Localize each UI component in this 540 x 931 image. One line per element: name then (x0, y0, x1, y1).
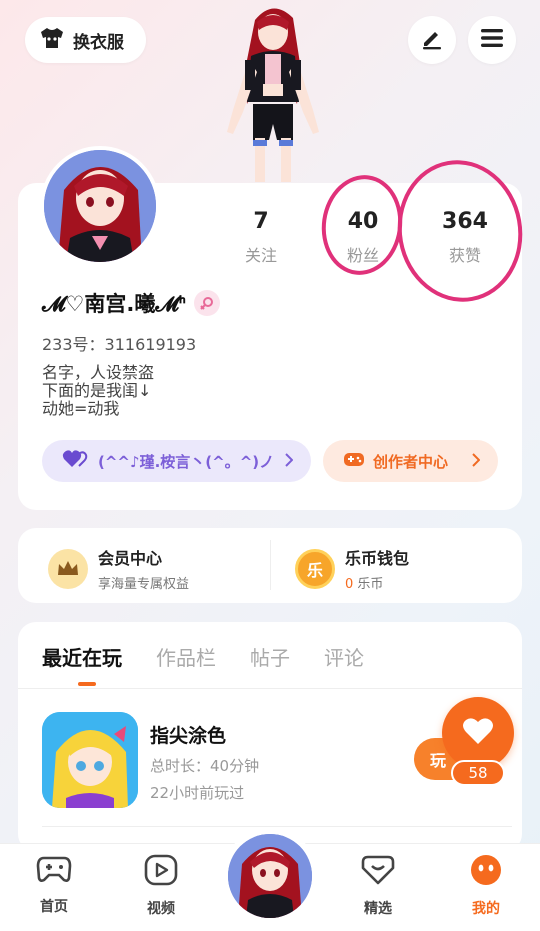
gamepad-icon (36, 854, 72, 888)
tab-works[interactable]: 作品栏 (156, 642, 216, 671)
video-play-icon (144, 854, 178, 890)
gamepad-icon (343, 450, 365, 472)
uid-row[interactable]: 233号：311619193 (42, 331, 196, 355)
wallet-unit: 乐币 (353, 577, 384, 592)
nav-video[interactable]: 视频 (121, 854, 201, 918)
nav-home-label: 首页 (40, 899, 68, 915)
tab-recent[interactable]: 最近在玩 (42, 642, 122, 671)
bio-line: 名字，人设禁盗 (42, 363, 155, 382)
game-last-played: 22小时前玩过 (150, 784, 245, 802)
female-gender-icon (193, 290, 220, 316)
game-icon[interactable] (42, 712, 138, 808)
chevron-right-icon (472, 452, 481, 471)
row-divider (42, 826, 512, 827)
vip-title: 会员中心 (98, 549, 163, 568)
like-button[interactable] (442, 697, 514, 769)
wallet-title: 乐币钱包 (345, 549, 410, 568)
wallet-badge: 乐 (306, 560, 323, 580)
tab-comments[interactable]: 评论 (324, 642, 364, 671)
bio-line: 动她=动我 (42, 399, 120, 418)
nav-video-label: 视频 (147, 901, 175, 917)
vip-center-entry[interactable]: 会员中心 享海量专属权益 (48, 545, 189, 592)
pencil-icon (420, 26, 444, 54)
nav-me[interactable]: 我的 (446, 854, 526, 918)
creator-center-label: 创作者中心 (373, 452, 449, 471)
wallet-entry[interactable]: 乐 乐币钱包 0 乐币 (295, 545, 409, 592)
heart-icon (62, 449, 88, 473)
following-label: 关注 (244, 246, 277, 265)
divider (270, 540, 271, 590)
nickname: 𝓜♡南宫.曦𝓜ᑋ (42, 292, 186, 316)
hamburger-icon (480, 27, 504, 53)
dress-up-button[interactable]: 换衣服 (25, 17, 146, 63)
vip-subtitle: 享海量专属权益 (98, 577, 190, 592)
game-title[interactable]: 指尖涂色 (150, 721, 226, 748)
game-duration: 总时长：40分钟 (150, 757, 260, 775)
dress-up-label: 换衣服 (73, 32, 124, 53)
tab-bar: 最近在玩 作品栏 帖子 评论 (42, 642, 364, 671)
wallet-balance: 0 乐币 (345, 573, 409, 592)
crown-icon (48, 548, 88, 589)
bio-line: 下面的是我闺↓ (42, 381, 152, 400)
menu-button[interactable] (468, 16, 516, 64)
avatar[interactable] (40, 146, 160, 266)
uid-label: 233号： (42, 335, 105, 354)
club-label: (^^♪瑾.桉言丶(^。^)ノ (98, 452, 275, 471)
nav-featured-label: 精选 (364, 901, 392, 917)
club-button[interactable]: (^^♪瑾.桉言丶(^。^)ノ (42, 440, 311, 482)
coin-icon: 乐 (295, 548, 335, 589)
tab-posts[interactable]: 帖子 (250, 642, 290, 671)
tab-indicator (78, 682, 96, 686)
heart-box-icon (360, 854, 396, 890)
play-label: 玩 (430, 751, 447, 770)
face-icon (469, 854, 503, 890)
heart-icon (462, 717, 494, 749)
nav-home[interactable]: 首页 (14, 854, 94, 916)
like-count-badge: 58 (451, 760, 505, 786)
uid-value: 311619193 (104, 335, 197, 354)
tabs-divider (18, 688, 522, 689)
following-count: 7 (253, 209, 269, 234)
chevron-right-icon (285, 452, 294, 471)
stat-following[interactable]: 7 关注 (216, 209, 306, 266)
avatar-character[interactable] (215, 0, 330, 185)
edit-button[interactable] (408, 16, 456, 64)
bio: 名字，人设禁盗 下面的是我闺↓ 动她=动我 (42, 364, 154, 418)
tshirt-icon (39, 26, 65, 54)
nav-featured[interactable]: 精选 (338, 854, 418, 918)
nav-me-label: 我的 (472, 901, 500, 917)
nickname-row: 𝓜♡南宫.曦𝓜ᑋ (42, 288, 220, 318)
nav-center-avatar[interactable] (222, 828, 318, 924)
creator-center-button[interactable]: 创作者中心 (323, 440, 498, 482)
